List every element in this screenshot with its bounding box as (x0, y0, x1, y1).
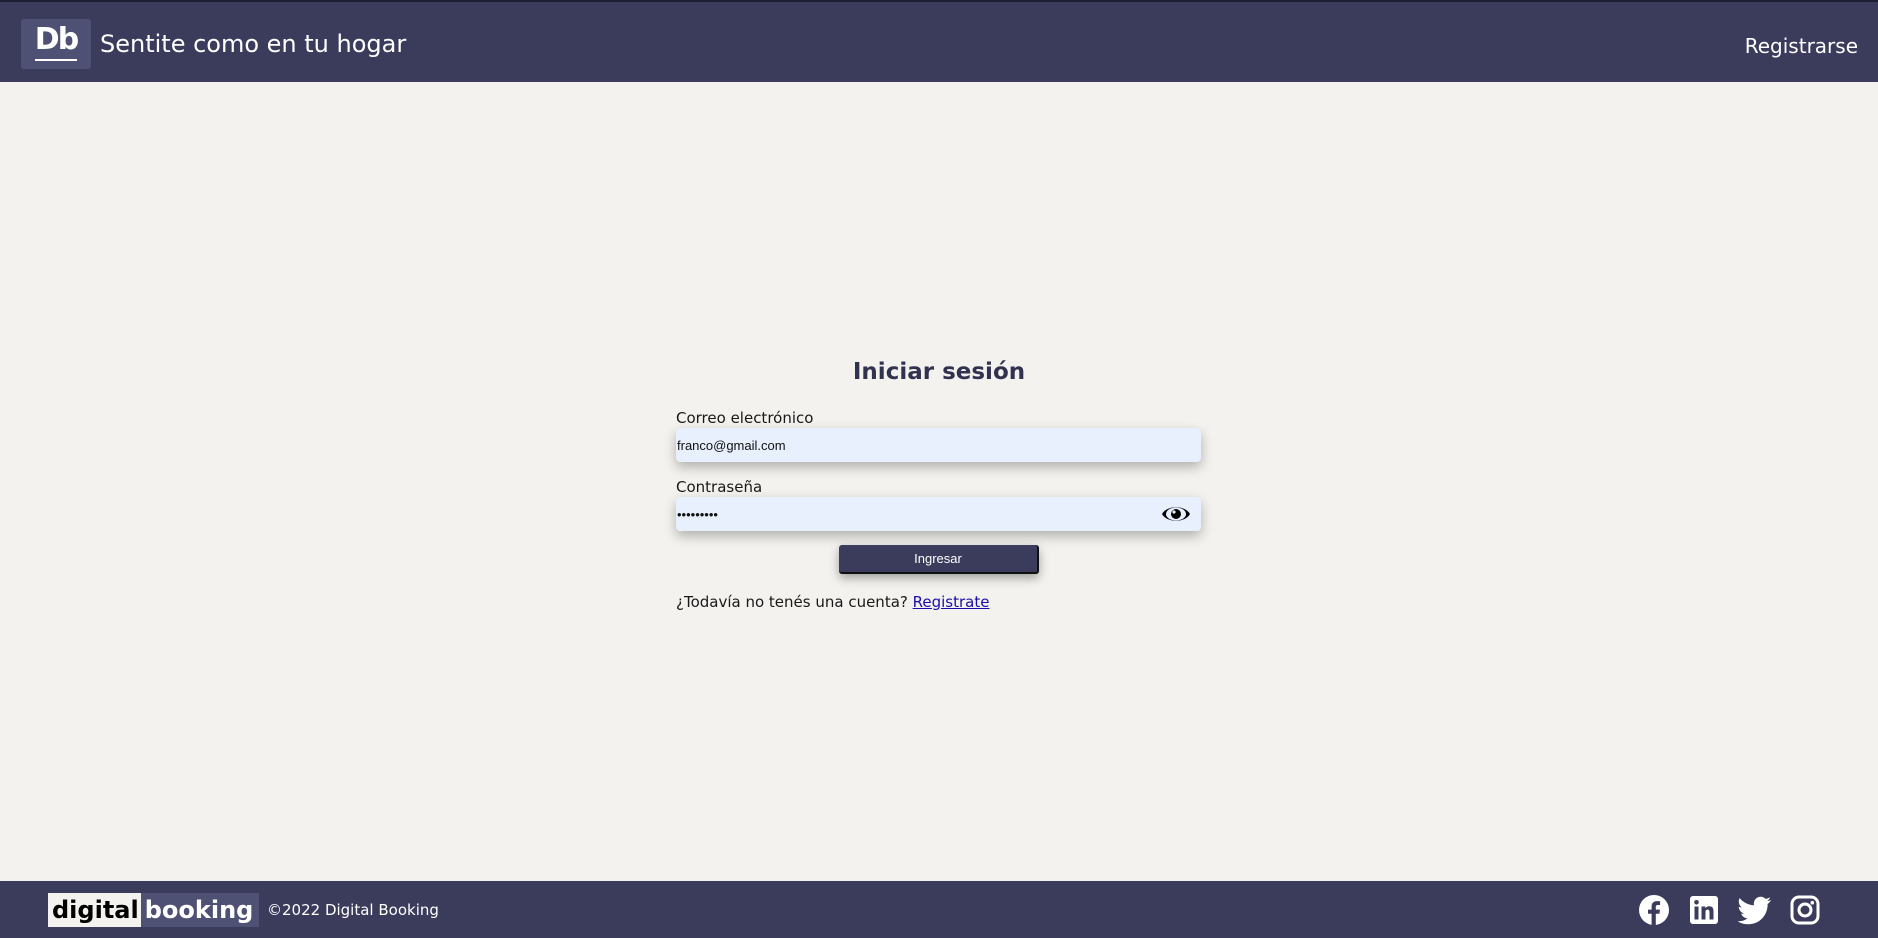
password-field-wrapper (676, 497, 1201, 531)
header: Db Sentite como en tu hogar Registrarse (0, 0, 1878, 82)
page-title: Iniciar sesión (852, 359, 1026, 385)
logo-text: Db (34, 22, 79, 57)
linkedin-icon[interactable] (1689, 895, 1719, 925)
footer-logo: digital booking (48, 893, 260, 927)
email-field[interactable] (676, 428, 1147, 462)
signup-link[interactable]: Registrate (913, 593, 990, 611)
password-label: Contraseña (676, 478, 763, 496)
submit-button[interactable]: Ingresar (839, 545, 1039, 574)
logo[interactable]: Db (21, 19, 91, 69)
eye-icon[interactable] (1161, 502, 1191, 526)
register-link[interactable]: Registrarse (1745, 32, 1858, 60)
twitter-icon[interactable] (1738, 895, 1772, 925)
instagram-icon[interactable] (1790, 895, 1820, 925)
facebook-icon[interactable] (1639, 895, 1669, 925)
footer: digital booking ©2022 Digital Booking (0, 881, 1878, 938)
footer-logo-part-b: booking (140, 893, 260, 927)
signup-prompt-line: ¿Todavía no tenés una cuenta? Registrate (676, 591, 989, 613)
signup-prompt: ¿Todavía no tenés una cuenta? (676, 593, 908, 611)
email-label: Correo electrónico (676, 409, 814, 427)
tagline: Sentite como en tu hogar (100, 30, 407, 58)
password-field[interactable] (676, 497, 1147, 531)
email-field-wrapper (676, 428, 1201, 462)
copyright: ©2022 Digital Booking (267, 901, 439, 919)
footer-logo-part-a: digital (48, 893, 141, 927)
logo-underline (35, 59, 77, 61)
